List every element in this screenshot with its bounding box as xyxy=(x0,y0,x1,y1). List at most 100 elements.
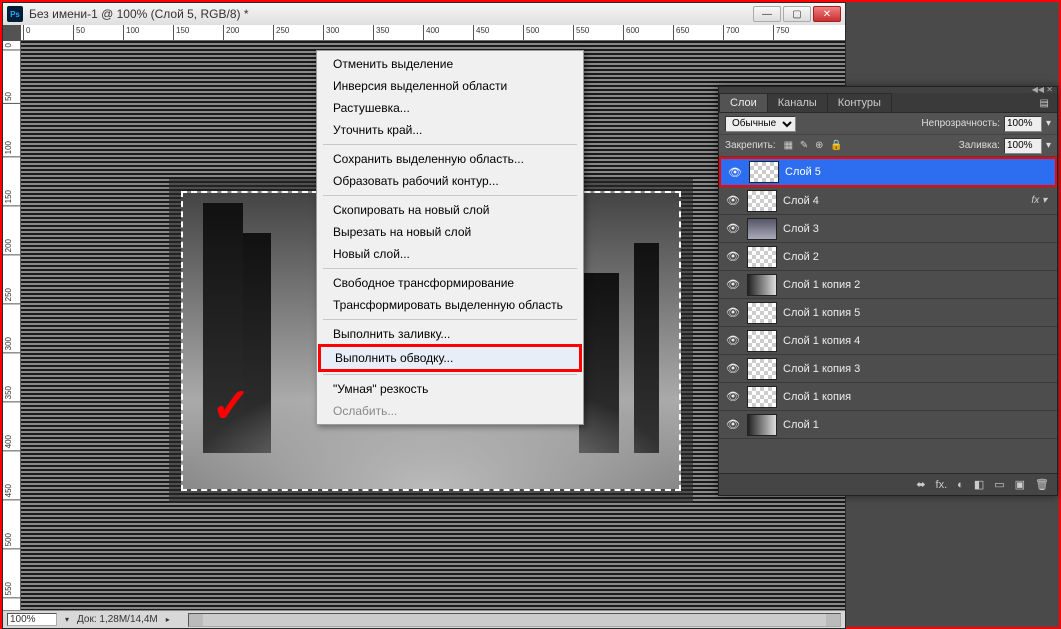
menu-item[interactable]: Уточнить край... xyxy=(319,119,581,141)
fx-badge[interactable]: fx ▾ xyxy=(1031,195,1047,206)
status-bar: 100% ▾ Док: 1,28M/14,4M ▸ xyxy=(3,610,845,628)
layers-panel[interactable]: ◀◀ ✕ Слои Каналы Контуры ▤ Обычные Непро… xyxy=(718,86,1058,496)
minimize-button[interactable]: — xyxy=(753,6,781,22)
menu-item[interactable]: Отменить выделение xyxy=(319,53,581,75)
layer-name: Слой 3 xyxy=(783,223,819,235)
visibility-eye-icon[interactable]: 👁 xyxy=(727,166,743,179)
menu-item[interactable]: Инверсия выделенной области xyxy=(319,75,581,97)
menu-item[interactable]: Свободное трансформирование xyxy=(319,272,581,294)
ruler-tick: 600 xyxy=(623,25,641,40)
layer-item[interactable]: 👁Слой 5 xyxy=(719,157,1057,187)
lock-icons[interactable]: ▦ ✎ ⊕ 🔒 xyxy=(784,140,845,151)
visibility-eye-icon[interactable]: 👁 xyxy=(725,278,741,291)
layer-item[interactable]: 👁 Слой 1 копия xyxy=(719,383,1057,411)
menu-separator xyxy=(323,319,577,320)
panel-footer-icon[interactable]: fx. xyxy=(936,479,948,491)
photoshop-icon: Ps xyxy=(7,6,23,22)
panel-footer-icon[interactable]: 🗑 xyxy=(1035,478,1049,491)
menu-item[interactable]: "Умная" резкость xyxy=(319,378,581,400)
menu-item[interactable]: Растушевка... xyxy=(319,97,581,119)
blend-mode-select[interactable]: Обычные xyxy=(725,116,796,132)
layer-item[interactable]: 👁 Слой 1 копия 2 xyxy=(719,271,1057,299)
layer-name: Слой 1 копия 4 xyxy=(783,335,860,347)
menu-item[interactable]: Сохранить выделенную область... xyxy=(319,148,581,170)
panel-footer-icon[interactable]: ◧ xyxy=(974,478,984,491)
visibility-eye-icon[interactable]: 👁 xyxy=(725,362,741,375)
visibility-eye-icon[interactable]: 👁 xyxy=(725,250,741,263)
tab-channels[interactable]: Каналы xyxy=(767,93,828,112)
layer-name: Слой 1 копия xyxy=(783,391,851,403)
menu-item[interactable]: Вырезать на новый слой xyxy=(319,221,581,243)
opacity-label: Непрозрачность: xyxy=(921,118,1000,129)
menu-item[interactable]: Выполнить заливку... xyxy=(319,323,581,345)
horizontal-ruler: 0501001502002503003504004505005506006507… xyxy=(21,25,845,41)
layer-item[interactable]: 👁 Слой 1 xyxy=(719,411,1057,439)
layers-list[interactable]: 👁Слой 5👁Слой 4fx ▾👁Слой 3👁Слой 2👁Слой 1 … xyxy=(719,157,1057,473)
layer-thumbnail xyxy=(747,190,777,212)
layer-thumbnail xyxy=(749,161,779,183)
panel-tabs: Слои Каналы Контуры ▤ xyxy=(719,93,1057,113)
ruler-tick: 200 xyxy=(3,237,20,255)
ruler-tick: 550 xyxy=(3,580,20,598)
maximize-button[interactable]: ▢ xyxy=(783,6,811,22)
layer-item[interactable]: 👁Слой 4fx ▾ xyxy=(719,187,1057,215)
layer-name: Слой 1 копия 5 xyxy=(783,307,860,319)
panel-menu-icon[interactable]: ▤ xyxy=(1032,95,1057,112)
chevron-right-icon[interactable]: ▸ xyxy=(166,615,170,624)
ruler-tick: 150 xyxy=(3,188,20,206)
layer-item[interactable]: 👁 Слой 1 копия 5 xyxy=(719,299,1057,327)
layer-item[interactable]: 👁 Слой 1 копия 4 xyxy=(719,327,1057,355)
visibility-eye-icon[interactable]: 👁 xyxy=(725,194,741,207)
ruler-tick: 0 xyxy=(3,41,20,50)
menu-separator xyxy=(323,374,577,375)
panel-footer-icon[interactable]: ▭ xyxy=(994,478,1004,491)
tab-paths[interactable]: Контуры xyxy=(827,93,892,112)
menu-item[interactable]: Выполнить обводку... xyxy=(318,344,582,372)
layer-item[interactable]: 👁Слой 2 xyxy=(719,243,1057,271)
document-info: Док: 1,28M/14,4M xyxy=(77,614,158,625)
menu-item[interactable]: Новый слой... xyxy=(319,243,581,265)
panel-footer-icon[interactable]: ◐ xyxy=(957,479,964,491)
layer-item[interactable]: 👁Слой 1 копия 3 xyxy=(719,355,1057,383)
chevron-down-icon[interactable]: ▾ xyxy=(1046,140,1051,151)
ruler-tick: 500 xyxy=(3,531,20,549)
ruler-tick: 350 xyxy=(373,25,391,40)
context-menu[interactable]: Отменить выделениеИнверсия выделенной об… xyxy=(316,50,584,425)
layer-thumbnail xyxy=(747,218,777,240)
visibility-eye-icon[interactable]: 👁 xyxy=(725,222,741,235)
visibility-eye-icon[interactable]: 👁 xyxy=(725,390,741,403)
lock-row: Закрепить: ▦ ✎ ⊕ 🔒 Заливка: ▾ xyxy=(719,135,1057,157)
panel-footer-icon[interactable]: ▣ xyxy=(1015,478,1025,491)
ruler-tick: 650 xyxy=(673,25,691,40)
annotation-checkmark: ✓ xyxy=(211,378,251,434)
visibility-eye-icon[interactable]: 👁 xyxy=(725,306,741,319)
vertical-ruler: 050100150200250300350400450500550 xyxy=(3,41,21,610)
ruler-tick: 450 xyxy=(473,25,491,40)
tab-layers[interactable]: Слои xyxy=(719,93,768,112)
ruler-tick: 100 xyxy=(3,139,20,157)
ruler-tick: 300 xyxy=(323,25,341,40)
fill-input[interactable] xyxy=(1004,138,1042,154)
ruler-tick: 100 xyxy=(123,25,141,40)
visibility-eye-icon[interactable]: 👁 xyxy=(725,334,741,347)
layer-thumbnail xyxy=(747,386,777,408)
zoom-level[interactable]: 100% xyxy=(7,613,57,626)
layer-item[interactable]: 👁 Слой 3 xyxy=(719,215,1057,243)
titlebar[interactable]: Ps Без имени-1 @ 100% (Слой 5, RGB/8) * … xyxy=(3,3,845,25)
close-button[interactable]: ✕ xyxy=(813,6,841,22)
panel-footer-icon[interactable]: ⬌ xyxy=(916,478,925,491)
layer-name: Слой 1 xyxy=(783,419,819,431)
menu-item[interactable]: Скопировать на новый слой xyxy=(319,199,581,221)
horizontal-scrollbar[interactable] xyxy=(188,613,841,627)
fill-label: Заливка: xyxy=(959,140,1000,151)
ruler-tick: 400 xyxy=(3,433,20,451)
opacity-input[interactable] xyxy=(1004,116,1042,132)
layer-thumbnail xyxy=(747,330,777,352)
chevron-down-icon[interactable]: ▾ xyxy=(65,615,69,624)
chevron-down-icon[interactable]: ▾ xyxy=(1046,118,1051,129)
visibility-eye-icon[interactable]: 👁 xyxy=(725,418,741,431)
menu-item[interactable]: Образовать рабочий контур... xyxy=(319,170,581,192)
menu-item[interactable]: Трансформировать выделенную область xyxy=(319,294,581,316)
panel-footer: ⬌ fx. ◐ ◧ ▭ ▣ 🗑 xyxy=(719,473,1057,495)
layer-name: Слой 1 копия 2 xyxy=(783,279,860,291)
